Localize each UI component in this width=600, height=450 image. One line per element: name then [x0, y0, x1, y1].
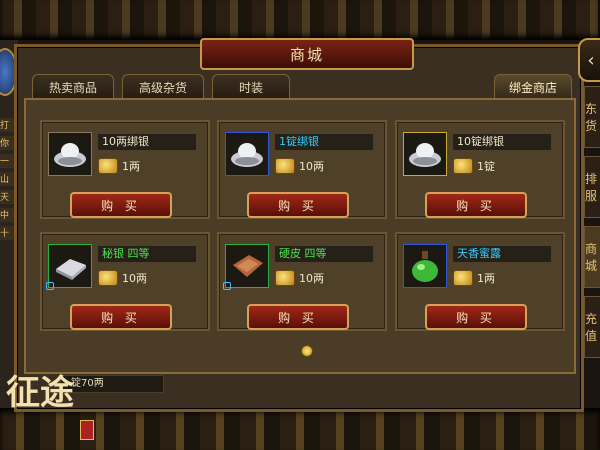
- bound-lock-icon: [223, 282, 231, 290]
- price-value: 10两: [299, 160, 324, 173]
- right-tab-rank[interactable]: 排服: [584, 156, 600, 218]
- buy-button[interactable]: 购 买: [70, 192, 172, 218]
- item-frame[interactable]: [48, 244, 92, 288]
- price-value: 10两: [122, 272, 147, 285]
- buy-button[interactable]: 购 买: [247, 304, 349, 330]
- item-name: 10两绑银: [98, 134, 196, 150]
- shop-item-card: 天香蜜露 1两 购 买: [395, 232, 565, 331]
- logo-seal-icon: [80, 420, 94, 440]
- gold-ingot-icon: [453, 270, 473, 286]
- window-title: 商城: [289, 45, 324, 64]
- tab-premium-goods[interactable]: 高级杂货: [122, 74, 204, 99]
- shop-item-card: 秘银 四等 10两 购 买: [40, 232, 210, 331]
- tab-hot-items[interactable]: 热卖商品: [32, 74, 114, 99]
- item-name: 硬皮 四等: [275, 246, 373, 262]
- price-value: 1两: [477, 272, 495, 285]
- silver-ingot-icon: [54, 143, 86, 167]
- gold-ingot-icon: [275, 270, 295, 286]
- hard-leather-icon: [233, 255, 263, 277]
- item-frame[interactable]: [403, 132, 447, 176]
- gold-ingot-icon: [453, 158, 473, 174]
- mithril-bar-icon: [56, 259, 86, 280]
- shop-item-card: 硬皮 四等 10两 购 买: [217, 232, 387, 331]
- item-price: 10两: [275, 158, 324, 174]
- gold-ingot-icon: [98, 270, 118, 286]
- right-tab-goods[interactable]: 东货: [584, 86, 600, 148]
- item-price: 1两: [98, 158, 140, 174]
- item-price: 1锭: [453, 158, 495, 174]
- right-tab-recharge[interactable]: 充值: [584, 296, 600, 358]
- item-name: 10锭绑银: [453, 134, 551, 150]
- item-name: 天香蜜露: [453, 246, 551, 262]
- item-frame[interactable]: [48, 132, 92, 176]
- item-frame[interactable]: [225, 132, 269, 176]
- item-price: 1两: [453, 270, 495, 286]
- close-icon[interactable]: ‹: [578, 38, 600, 82]
- silver-ingot-icon: [231, 143, 263, 167]
- silver-ingot-icon: [409, 143, 441, 167]
- tab-bound-gold-shop[interactable]: 绑金商店: [494, 74, 572, 99]
- gold-ingot-icon: [275, 158, 295, 174]
- shop-item-card: 1锭绑银 10两 购 买: [217, 120, 387, 219]
- buy-button[interactable]: 购 买: [425, 192, 527, 218]
- title-plate: 商城: [200, 38, 414, 70]
- price-value: 1锭: [477, 160, 495, 173]
- bound-lock-icon: [46, 282, 54, 290]
- buy-button[interactable]: 购 买: [247, 192, 349, 218]
- item-name: 秘银 四等: [98, 246, 196, 262]
- price-value: 10两: [299, 272, 324, 285]
- ornate-top-border: [0, 0, 600, 40]
- page-indicator-dot[interactable]: [301, 345, 313, 357]
- tab-fashion[interactable]: 时装: [212, 74, 290, 99]
- shop-item-card: 10锭绑银 1锭 购 买: [395, 120, 565, 219]
- right-tab-shop[interactable]: 商城: [584, 226, 600, 288]
- buy-button[interactable]: 购 买: [425, 304, 527, 330]
- item-frame[interactable]: [225, 244, 269, 288]
- item-price: 10两: [98, 270, 147, 286]
- item-price: 10两: [275, 270, 324, 286]
- potion-bottle-icon: [412, 251, 438, 282]
- item-frame[interactable]: [403, 244, 447, 288]
- item-name: 1锭绑银: [275, 134, 373, 150]
- gold-ingot-icon: [98, 158, 118, 174]
- shop-item-card: 10两绑银 1两 购 买: [40, 120, 210, 219]
- price-value: 1两: [122, 160, 140, 173]
- buy-button[interactable]: 购 买: [70, 304, 172, 330]
